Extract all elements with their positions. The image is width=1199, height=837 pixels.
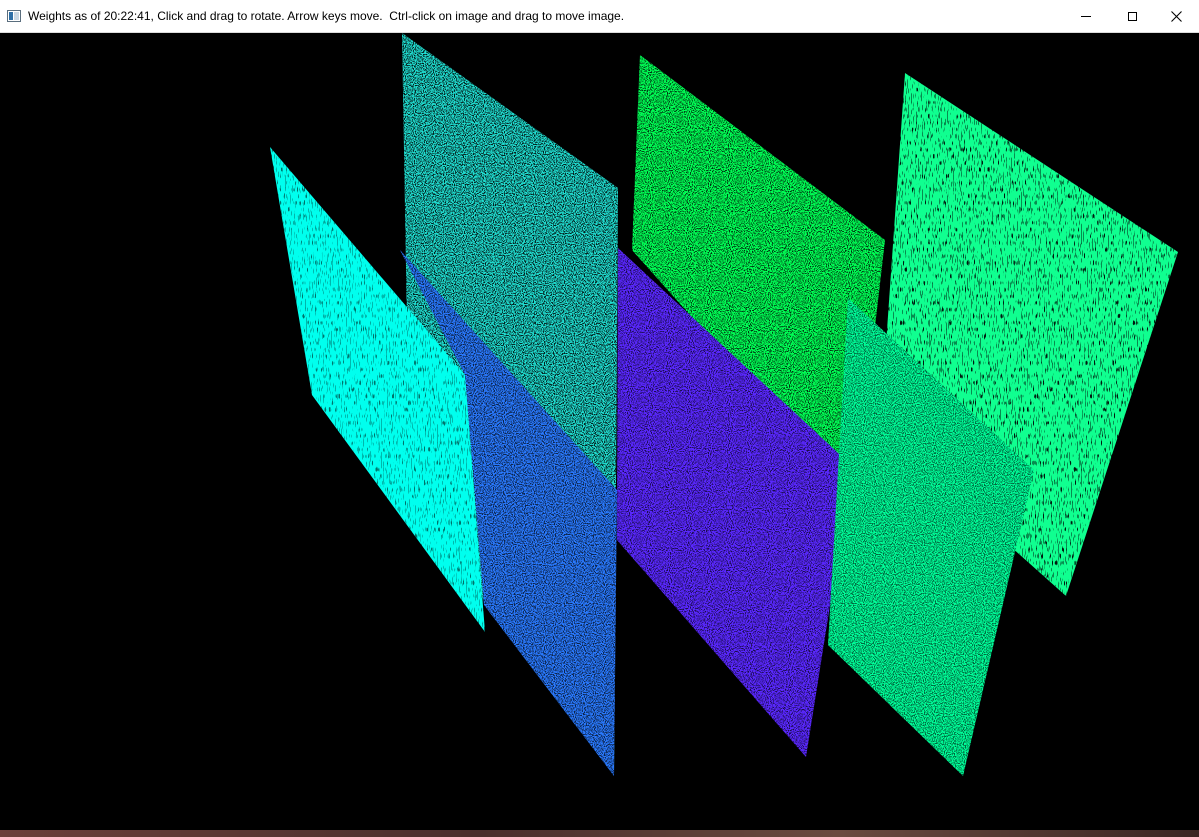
minimize-icon	[1081, 16, 1091, 17]
maximize-button[interactable]	[1109, 0, 1155, 33]
app-window-icon[interactable]	[7, 10, 21, 22]
window-title: Weights as of 20:22:41, Click and drag t…	[28, 9, 625, 23]
3d-viewport[interactable]	[0, 33, 1199, 830]
maximize-icon	[1127, 12, 1137, 21]
close-button[interactable]	[1153, 0, 1199, 33]
app-window: Weights as of 20:22:41, Click and drag t…	[0, 0, 1199, 830]
title-bar[interactable]: Weights as of 20:22:41, Click and drag t…	[0, 0, 1199, 33]
close-icon	[1170, 11, 1182, 22]
desktop-background-strip	[0, 830, 1199, 837]
minimize-button[interactable]	[1063, 0, 1109, 33]
